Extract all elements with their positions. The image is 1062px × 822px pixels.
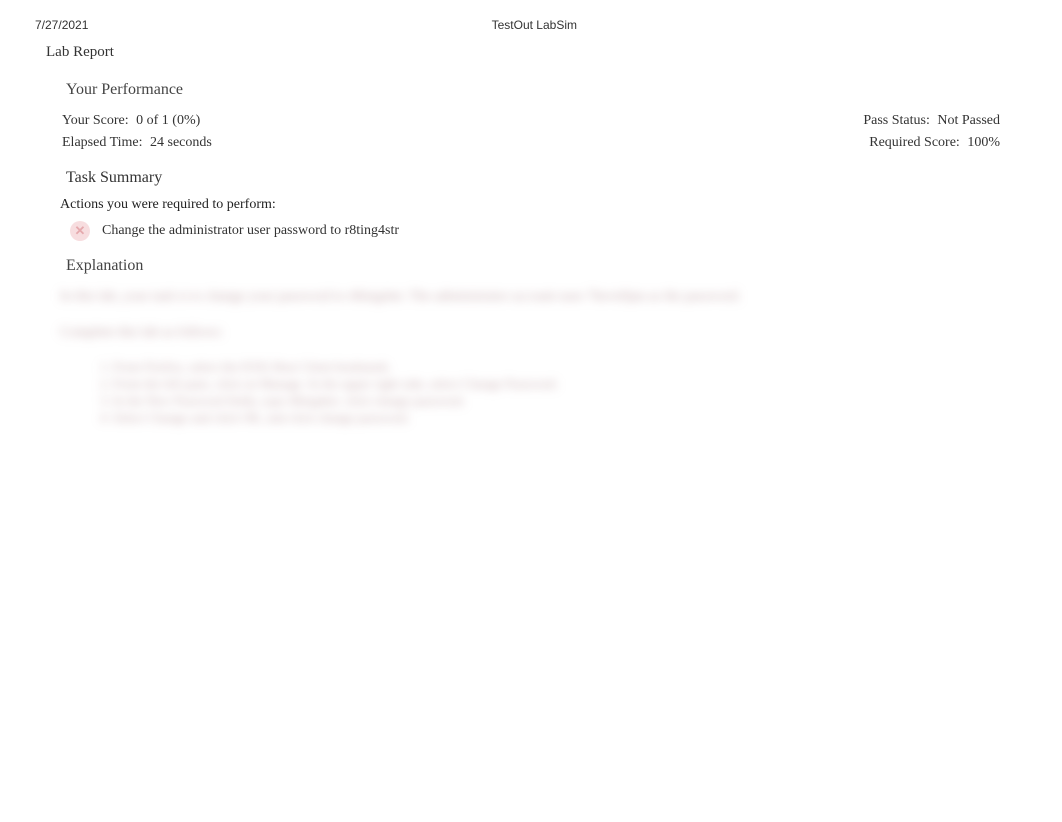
blurred-steps-intro: Complete this lab as follows: [60,325,1002,341]
meta-header: 7/27/2021 TestOut LabSim [0,0,1062,32]
required-score-row: Required Score: 100% [863,135,1000,151]
task-row: ✕ Change the administrator user password… [40,213,1022,241]
task-summary-title: Task Summary [40,151,1022,187]
perf-right-column: Pass Status: Not Passed Required Score: … [863,113,1000,151]
elapsed-label: Elapsed Time: [62,135,143,150]
perf-left-column: Your Score: 0 of 1 (0%) Elapsed Time: 24… [62,113,212,151]
blurred-step: 4. Select Change and click OK, and click… [100,410,1002,427]
elapsed-value: 24 seconds [150,135,212,150]
score-label: Your Score: [62,113,129,128]
header-app-title: TestOut LabSim [492,18,577,32]
header-date: 7/27/2021 [35,18,88,32]
elapsed-row: Elapsed Time: 24 seconds [62,135,212,151]
fail-icon: ✕ [70,221,90,241]
actions-required-label: Actions you were required to perform: [40,187,1022,213]
report-title: Lab Report [0,32,1062,61]
performance-grid: Your Score: 0 of 1 (0%) Elapsed Time: 24… [40,113,1022,151]
content-block: Your Performance Your Score: 0 of 1 (0%)… [40,73,1022,435]
score-row: Your Score: 0 of 1 (0%) [62,113,212,129]
required-score-value: 100% [967,135,1000,150]
pass-status-value: Not Passed [937,113,1000,128]
task-text: Change the administrator user password t… [102,223,399,239]
blurred-intro: In this lab, your task is to change your… [60,289,1002,305]
required-score-label: Required Score: [869,135,960,150]
blurred-explanation: In this lab, your task is to change your… [60,289,1002,427]
pass-status-row: Pass Status: Not Passed [863,113,1000,129]
blurred-step: 2. From the left pane, click on Manage. … [100,376,1002,393]
blurred-step: 3. In the New Password fields, type r8ti… [100,393,1002,410]
performance-section-title: Your Performance [40,81,1022,99]
pass-status-label: Pass Status: [863,113,930,128]
score-value: 0 of 1 (0%) [136,113,200,128]
blurred-step: 1. From Firefox, select the ESXi Host Cl… [100,359,1002,376]
blurred-steps-list: 1. From Firefox, select the ESXi Host Cl… [100,359,1002,427]
explanation-title: Explanation [40,241,1022,275]
